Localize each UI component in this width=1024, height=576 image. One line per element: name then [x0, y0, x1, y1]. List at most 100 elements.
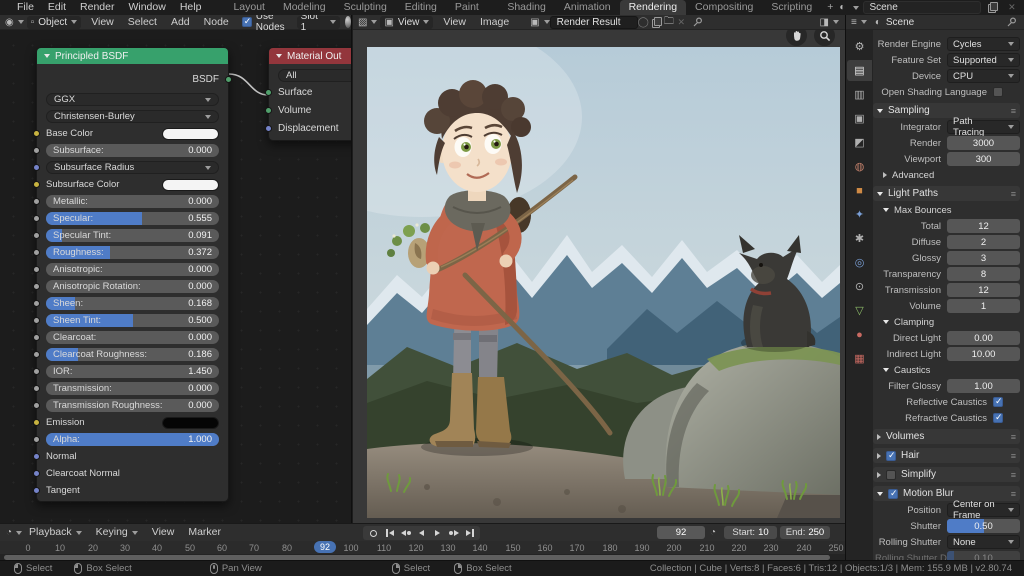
- input-socket[interactable]: [265, 125, 272, 132]
- node-menu-add[interactable]: Add: [164, 15, 197, 30]
- material-preview-sphere[interactable]: [345, 16, 351, 28]
- new-scene-icon[interactable]: [987, 2, 998, 13]
- node-dropdown[interactable]: GGX: [46, 93, 219, 106]
- motion-blur-checkbox[interactable]: [888, 489, 898, 499]
- collapse-icon[interactable]: [44, 54, 50, 58]
- input-socket[interactable]: [33, 198, 40, 205]
- node-value-slider[interactable]: Transmission:0.000: [46, 382, 219, 395]
- glossy-field[interactable]: 3: [947, 251, 1020, 265]
- node-dropdown[interactable]: Subsurface Radius: [46, 161, 219, 174]
- editor-type-icon[interactable]: ≡: [851, 17, 857, 28]
- node-value-slider[interactable]: Metallic:0.000: [46, 195, 219, 208]
- tab-modeling[interactable]: Modeling: [274, 0, 335, 15]
- bsdf-output-socket[interactable]: [225, 76, 232, 83]
- node-value-slider[interactable]: Roughness:0.372: [46, 246, 219, 259]
- volume-field[interactable]: 1: [947, 299, 1020, 313]
- tab-compositing[interactable]: Compositing: [686, 0, 762, 15]
- properties-tab-scene[interactable]: ◩: [847, 132, 872, 153]
- play-button[interactable]: [430, 527, 445, 539]
- jump-end-button[interactable]: [462, 527, 477, 539]
- unlink-scene-icon[interactable]: ✕: [1006, 2, 1017, 13]
- menu-file[interactable]: File: [10, 0, 41, 15]
- properties-tab-object[interactable]: ■: [847, 180, 872, 201]
- node-menu-select[interactable]: Select: [121, 15, 164, 30]
- add-workspace-button[interactable]: +: [821, 0, 839, 15]
- properties-tab-physics[interactable]: ◎: [847, 252, 872, 273]
- input-socket[interactable]: [33, 317, 40, 324]
- material-output-node[interactable]: Material Out All SurfaceVolumeDisplaceme…: [268, 47, 351, 141]
- scene-selector[interactable]: Scene: [863, 1, 981, 14]
- timeline-menu-playback[interactable]: Playback: [22, 525, 89, 540]
- properties-tab-particles[interactable]: ✱: [847, 228, 872, 249]
- color-swatch[interactable]: [162, 128, 219, 140]
- node-value-slider[interactable]: Sheen Tint:0.500: [46, 314, 219, 327]
- current-frame-indicator[interactable]: 92: [314, 541, 336, 553]
- principled-bsdf-node[interactable]: Principled BSDF BSDF GGXChristensen-Burl…: [36, 47, 229, 502]
- shutter-slider[interactable]: 0.50: [947, 519, 1020, 533]
- input-socket[interactable]: [33, 419, 40, 426]
- properties-tab-modifiers[interactable]: ✦: [847, 204, 872, 225]
- jump-start-button[interactable]: [382, 527, 397, 539]
- position-dropdown[interactable]: Center on Frame: [947, 503, 1020, 517]
- menu-help[interactable]: Help: [173, 0, 209, 15]
- rolling-shutter-dropdown[interactable]: None: [947, 535, 1020, 549]
- input-socket[interactable]: [265, 107, 272, 114]
- input-socket[interactable]: [33, 453, 40, 460]
- input-socket[interactable]: [33, 402, 40, 409]
- image-browse-icon[interactable]: ▣: [530, 17, 539, 28]
- feature-set-dropdown[interactable]: Supported: [947, 53, 1020, 67]
- input-socket[interactable]: [33, 283, 40, 290]
- unlink-image-icon[interactable]: ✕: [676, 17, 687, 28]
- properties-tab-view-layer[interactable]: ▣: [847, 108, 872, 129]
- node-value-slider[interactable]: Anisotropic:0.000: [46, 263, 219, 276]
- scene-icon[interactable]: ◐: [839, 2, 845, 13]
- node-value-slider[interactable]: Clearcoat Roughness:0.186: [46, 348, 219, 361]
- integrator-dropdown[interactable]: Path Tracing: [947, 120, 1020, 134]
- color-swatch[interactable]: [162, 179, 219, 191]
- input-socket[interactable]: [33, 351, 40, 358]
- new-image-icon[interactable]: [651, 17, 662, 28]
- node-value-slider[interactable]: Subsurface:0.000: [46, 144, 219, 157]
- osl-checkbox[interactable]: [993, 87, 1003, 97]
- node-dropdown[interactable]: Christensen-Burley: [46, 110, 219, 123]
- input-socket[interactable]: [33, 232, 40, 239]
- refractive-caustics-checkbox[interactable]: [993, 413, 1003, 423]
- volumes-section[interactable]: Volumes≡: [873, 429, 1020, 444]
- input-socket[interactable]: [33, 470, 40, 477]
- reflective-caustics-checkbox[interactable]: [993, 397, 1003, 407]
- principled-node-header[interactable]: Principled BSDF: [37, 48, 228, 64]
- channels-dropdown[interactable]: ◨: [820, 17, 839, 28]
- tab-shading[interactable]: Shading: [498, 0, 555, 15]
- tab-uv-editing[interactable]: UV Editing: [396, 0, 446, 15]
- properties-tab-object-data[interactable]: ▽: [847, 300, 872, 321]
- properties-tab-texture[interactable]: ▦: [847, 348, 872, 369]
- input-socket[interactable]: [265, 89, 272, 96]
- output-target-dropdown[interactable]: All: [278, 69, 351, 82]
- fake-user-icon[interactable]: ◯: [638, 17, 649, 28]
- tab-sculpting[interactable]: Sculpting: [335, 0, 396, 15]
- tab-texture-paint[interactable]: Texture Paint: [446, 0, 498, 15]
- frame-ruler[interactable]: 0102030405060708010011012013014015016017…: [0, 541, 845, 554]
- node-canvas[interactable]: Principled BSDF BSDF GGXChristensen-Burl…: [0, 30, 351, 523]
- total-field[interactable]: 12: [947, 219, 1020, 233]
- color-swatch[interactable]: [162, 417, 219, 429]
- rolling-shutter-duration-field[interactable]: 0.10: [947, 551, 1020, 560]
- record-button[interactable]: [366, 527, 381, 539]
- image-mode-dropdown[interactable]: ▣View: [380, 16, 433, 29]
- properties-tab-material[interactable]: ●: [847, 324, 872, 345]
- viewport-samples-field[interactable]: 300: [947, 152, 1020, 166]
- collapse-icon[interactable]: [276, 54, 282, 58]
- node-value-slider[interactable]: Alpha:1.000: [46, 433, 219, 446]
- use-nodes-checkbox[interactable]: [242, 17, 252, 27]
- current-frame-field[interactable]: 92: [657, 526, 705, 539]
- input-socket[interactable]: [33, 147, 40, 154]
- image-menu-view[interactable]: View: [436, 15, 473, 30]
- input-socket[interactable]: [33, 334, 40, 341]
- hair-section[interactable]: Hair≡: [873, 448, 1020, 463]
- input-socket[interactable]: [33, 164, 40, 171]
- node-menu-view[interactable]: View: [84, 15, 121, 30]
- input-socket[interactable]: [33, 249, 40, 256]
- input-socket[interactable]: [33, 368, 40, 375]
- node-value-slider[interactable]: Clearcoat:0.000: [46, 331, 219, 344]
- tab-scripting[interactable]: Scripting: [762, 0, 821, 15]
